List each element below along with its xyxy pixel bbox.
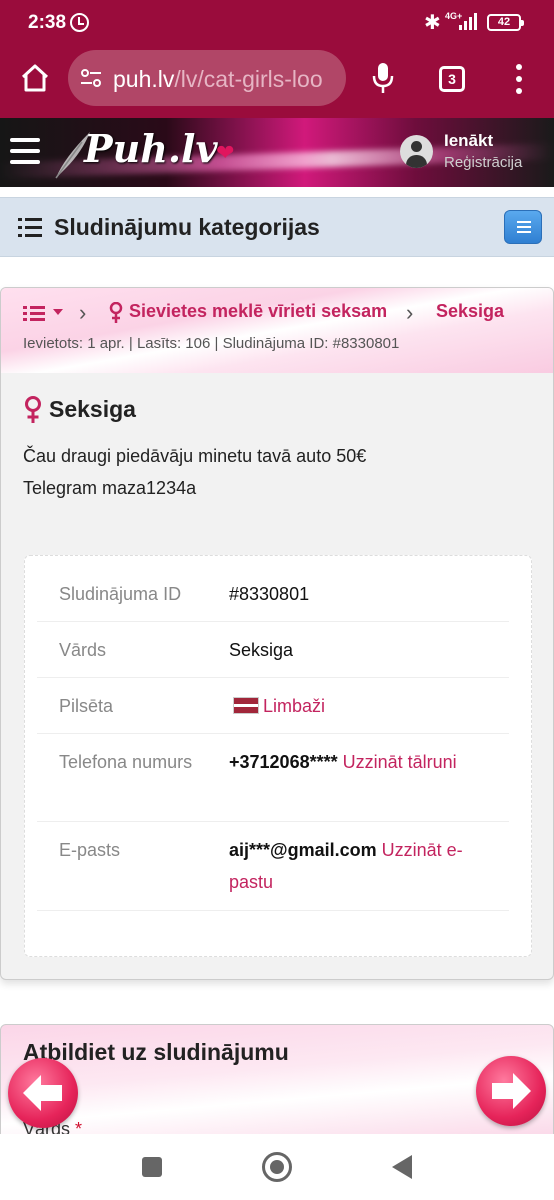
female-icon bbox=[25, 396, 41, 423]
browser-toolbar: puh.lv/lv/cat-girls-loo 3 bbox=[0, 46, 554, 118]
tabs-count-button[interactable]: 3 bbox=[439, 66, 465, 92]
detail-row-city: Pilsēta Limbaži bbox=[37, 678, 509, 734]
home-icon[interactable] bbox=[20, 63, 50, 93]
previous-ad-button[interactable] bbox=[8, 1058, 78, 1128]
detail-label: Vārds bbox=[59, 640, 107, 660]
chevron-right-icon: › bbox=[406, 300, 414, 325]
next-ad-button[interactable] bbox=[476, 1056, 546, 1126]
list-icon bbox=[18, 218, 42, 238]
menu-dots-icon[interactable] bbox=[515, 64, 523, 94]
detail-label: Telefona numurs bbox=[59, 752, 193, 772]
url-domain: puh.lv bbox=[113, 66, 175, 92]
detail-row-name: Vārds Seksiga bbox=[37, 622, 509, 678]
detail-row-phone: Telefona numurs +3712068**** Uzzināt tāl… bbox=[37, 734, 509, 822]
breadcrumb-list-icon[interactable] bbox=[23, 306, 45, 322]
ad-card: › Sievietes meklē vīrieti seksam › Seksi… bbox=[0, 287, 554, 980]
recents-icon[interactable] bbox=[142, 1157, 162, 1177]
ad-text-line: Čau draugi piedāvāju minetu tavā auto 50… bbox=[23, 446, 367, 466]
detail-value: Limbaži bbox=[229, 690, 499, 722]
detail-value: #8330801 bbox=[229, 584, 310, 604]
ad-title: Seksiga bbox=[49, 396, 136, 422]
ad-description: Čau draugi piedāvāju minetu tavā auto 50… bbox=[23, 440, 366, 504]
detail-value: +3712068**** Uzzināt tālruni bbox=[229, 746, 499, 778]
chevron-right-icon: › bbox=[79, 300, 87, 325]
ad-details-table: Sludinājuma ID #8330801 Vārds Seksiga Pi… bbox=[24, 555, 532, 957]
url-text: puh.lv/lv/cat-girls-loo bbox=[113, 66, 323, 93]
detail-label: Pilsēta bbox=[59, 696, 114, 716]
url-path: /lv/cat-girls-loo bbox=[174, 66, 323, 92]
breadcrumb-current: Seksiga bbox=[436, 301, 505, 321]
mic-icon[interactable] bbox=[372, 62, 394, 94]
address-bar[interactable]: puh.lv/lv/cat-girls-loo bbox=[68, 50, 346, 106]
battery-icon: 42 bbox=[487, 14, 524, 31]
ad-text-line: Telegram maza1234a bbox=[23, 478, 197, 498]
female-icon bbox=[109, 302, 123, 323]
phone-value: +3712068**** bbox=[229, 752, 338, 772]
status-time: 2:38 bbox=[28, 12, 67, 33]
detail-row-id: Sludinājuma ID #8330801 bbox=[37, 556, 509, 622]
back-triangle-icon[interactable] bbox=[392, 1155, 412, 1179]
detail-label: Sludinājuma ID bbox=[59, 584, 182, 604]
ad-meta: Ievietots: 1 apr. | Lasīts: 106 | Sludin… bbox=[23, 335, 400, 352]
user-icon[interactable] bbox=[400, 135, 433, 168]
detail-row-email: E-pasts aij***@gmail.com Uzzināt e-pastu bbox=[37, 822, 509, 911]
breadcrumb: › Sievietes meklē vīrieti seksam › Seksi… bbox=[1, 288, 553, 373]
detail-label: E-pasts bbox=[59, 840, 121, 860]
detail-value: Seksiga bbox=[229, 640, 294, 660]
site-logo[interactable]: Puh.lv bbox=[84, 126, 218, 171]
breadcrumb-category-link[interactable]: Sievietes meklē vīrieti seksam bbox=[129, 301, 387, 322]
login-link[interactable]: Ienākt bbox=[444, 131, 493, 151]
home-circle-icon[interactable] bbox=[262, 1152, 292, 1182]
system-nav-bar bbox=[0, 1134, 554, 1200]
reply-section: Atbildiet uz sludinājumu Vārds * bbox=[0, 1024, 554, 1144]
email-value: aij***@gmail.com bbox=[229, 840, 377, 860]
chevron-down-icon[interactable] bbox=[53, 309, 63, 315]
categories-toggle-button[interactable] bbox=[504, 210, 542, 244]
signal-icon bbox=[459, 12, 481, 30]
site-header: Puh.lv ❤ Ienākt Reģistrācija bbox=[0, 118, 554, 187]
alarm-icon bbox=[70, 13, 89, 32]
categories-title: Sludinājumu kategorijas bbox=[54, 214, 320, 240]
heart-icon: ❤ bbox=[216, 140, 235, 165]
reveal-phone-link[interactable]: Uzzināt tālruni bbox=[343, 752, 457, 772]
latvia-flag-icon bbox=[233, 697, 259, 714]
bluetooth-icon: ✱ bbox=[424, 12, 441, 34]
site-settings-icon[interactable] bbox=[80, 68, 102, 88]
arrow-right-icon bbox=[492, 1073, 531, 1109]
register-link[interactable]: Reģistrācija bbox=[444, 154, 522, 171]
city-link[interactable]: Limbaži bbox=[263, 696, 325, 716]
detail-value: aij***@gmail.com Uzzināt e-pastu bbox=[229, 834, 499, 898]
arrow-left-icon bbox=[23, 1075, 62, 1111]
categories-bar[interactable]: Sludinājumu kategorijas bbox=[0, 197, 554, 257]
hamburger-menu-icon[interactable] bbox=[10, 138, 40, 164]
status-bar: 2:38 ✱ 4G+ 42 bbox=[0, 0, 554, 46]
